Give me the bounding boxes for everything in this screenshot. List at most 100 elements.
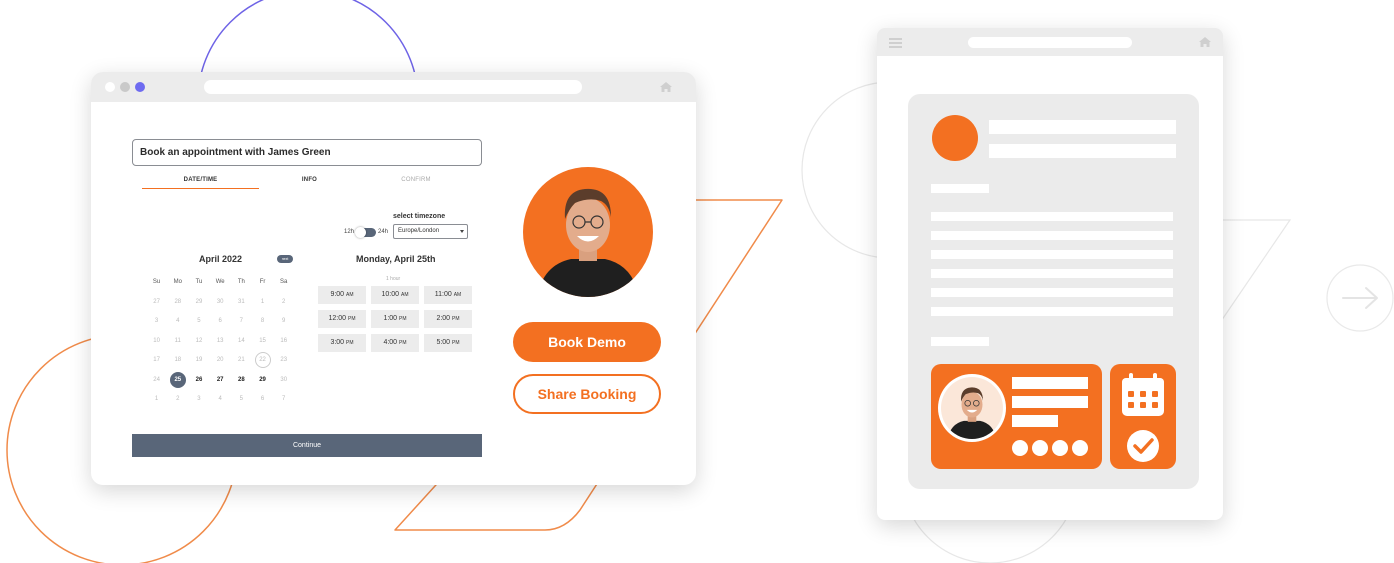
weekday-label: Mo: [173, 279, 182, 285]
calendar-day: 7: [282, 396, 286, 402]
calendar-day: 3: [197, 396, 201, 402]
browser-toolbar: [91, 72, 696, 102]
timezone-select[interactable]: Europe/London: [393, 224, 468, 239]
hamburger-menu-icon[interactable]: [889, 38, 902, 50]
time-slot-button[interactable]: 1:00 PM: [371, 310, 419, 328]
calendar-day: 6: [218, 318, 222, 324]
slot-duration: 1 hour: [386, 276, 401, 282]
arrow-right-icon: [1326, 264, 1394, 332]
skeleton-line: [931, 184, 989, 193]
time-slot-button[interactable]: 5:00 PM: [424, 334, 472, 352]
calendar-day-selected[interactable]: 25: [167, 371, 188, 395]
time-slot-button[interactable]: 4:00 PM: [371, 334, 419, 352]
booking-title-field: Book an appointment with James Green: [132, 139, 482, 166]
calendar-day: 28: [174, 298, 182, 305]
tab-info[interactable]: INFO: [281, 177, 338, 183]
calendar-day: 31: [238, 298, 245, 305]
weekday-label: Sa: [280, 279, 288, 285]
check-circle-icon: [1127, 430, 1159, 462]
toggle-knob: [355, 227, 366, 238]
selected-day-title: Monday, April 25th: [356, 254, 436, 264]
profile-dot: [932, 115, 978, 161]
calendar-day: 10: [153, 337, 160, 344]
decor-gray-triangle: [1214, 219, 1292, 332]
calendar-grid: Su Mo Tu We Th Fr Sa 27 28 29 30 31 1 2 3 4 5 6 7 8 9 10 11 12 1…: [146, 277, 294, 414]
weekday-label: Su: [152, 279, 161, 285]
continue-button[interactable]: Continue: [132, 434, 482, 457]
calendar-day: 20: [216, 357, 224, 363]
host-card[interactable]: [931, 364, 1102, 469]
active-step-indicator: [142, 188, 259, 189]
calendar-day: 7: [239, 318, 244, 324]
calendar-day: 3: [154, 318, 159, 324]
next-month-button[interactable]: next: [277, 255, 293, 263]
content-skeleton-panel: [908, 94, 1199, 489]
calendar-card[interactable]: [1110, 364, 1176, 469]
card-line: [1012, 377, 1088, 389]
calendar-day[interactable]: 27: [210, 375, 231, 395]
share-booking-button[interactable]: Share Booking: [513, 374, 661, 414]
window-dot-maximize[interactable]: [135, 82, 145, 92]
calendar-day: 9: [282, 318, 286, 324]
calendar-day: 14: [238, 337, 245, 344]
calendar-day: 1: [260, 298, 265, 305]
time-slot-button[interactable]: 9:00 AM: [318, 286, 366, 304]
calendar-day: 24: [153, 376, 160, 383]
calendar-day: 21: [238, 357, 245, 363]
calendar-day: 16: [280, 337, 288, 344]
home-icon[interactable]: [1198, 36, 1212, 48]
calendar-day: 5: [197, 318, 201, 324]
skeleton-line: [931, 269, 1173, 278]
host-card-avatar: [938, 374, 1006, 442]
calendar-day[interactable]: 29: [252, 375, 273, 395]
hero-illustration: Book an appointment with James Green DAT…: [0, 0, 1394, 563]
calendar-day: 13: [216, 337, 224, 344]
skeleton-line: [989, 120, 1176, 134]
home-icon[interactable]: [659, 81, 673, 93]
host-avatar: [523, 167, 653, 297]
mobile-address-bar[interactable]: [968, 37, 1132, 48]
book-demo-button[interactable]: Book Demo: [513, 322, 661, 362]
weekday-label: Th: [237, 279, 245, 285]
card-dots: [1012, 440, 1088, 456]
time-slot-button[interactable]: 11:00 AM: [424, 286, 472, 304]
tab-confirm[interactable]: CONFIRM: [381, 177, 451, 183]
time-slot-button[interactable]: 3:00 PM: [318, 334, 366, 352]
skeleton-line: [931, 231, 1173, 240]
time-slot-button[interactable]: 2:00 PM: [424, 310, 472, 328]
window-dot-close[interactable]: [105, 82, 115, 92]
calendar-day: 30: [216, 298, 224, 305]
calendar-day: 30: [280, 376, 288, 383]
calendar-day[interactable]: 28: [231, 375, 252, 395]
skeleton-line: [931, 307, 1173, 316]
format-24h-label: 24h: [378, 229, 389, 235]
calendar-day: 2: [176, 396, 180, 402]
timezone-label: select timezone: [393, 213, 446, 220]
weekday-label: Tu: [195, 279, 203, 285]
calendar-month-title: April 2022: [199, 254, 243, 264]
skeleton-line: [931, 337, 989, 346]
skeleton-line: [931, 250, 1173, 259]
time-slot-button[interactable]: 10:00 AM: [371, 286, 419, 304]
booking-browser-window: Book an appointment with James Green DAT…: [91, 72, 696, 485]
address-bar[interactable]: [204, 80, 582, 94]
timezone-value: Europe/London: [398, 228, 440, 234]
tab-date-time[interactable]: DATE/TIME: [142, 177, 259, 183]
calendar-day: 17: [153, 357, 160, 363]
skeleton-line: [989, 144, 1176, 158]
time-format-toggle[interactable]: [355, 227, 376, 238]
calendar-day: 2: [282, 298, 286, 305]
time-slot-grid: 9:00 AM 10:00 AM 11:00 AM 12:00 PM 1:00 PM 2:…: [318, 286, 472, 352]
mobile-toolbar: [877, 28, 1223, 56]
weekday-label: Fr: [259, 279, 266, 285]
calendar-day[interactable]: 26: [188, 375, 209, 395]
calendar-day: 27: [153, 298, 160, 305]
calendar-day[interactable]: 22: [252, 352, 273, 375]
time-slot-button[interactable]: 12:00 PM: [318, 310, 366, 328]
calendar-day: 6: [260, 396, 265, 402]
chevron-down-icon: [460, 230, 464, 233]
calendar-day: 4: [218, 396, 222, 402]
window-dot-minimize[interactable]: [120, 82, 130, 92]
calendar-day: 29: [195, 298, 203, 305]
calendar-day: 23: [280, 357, 288, 363]
